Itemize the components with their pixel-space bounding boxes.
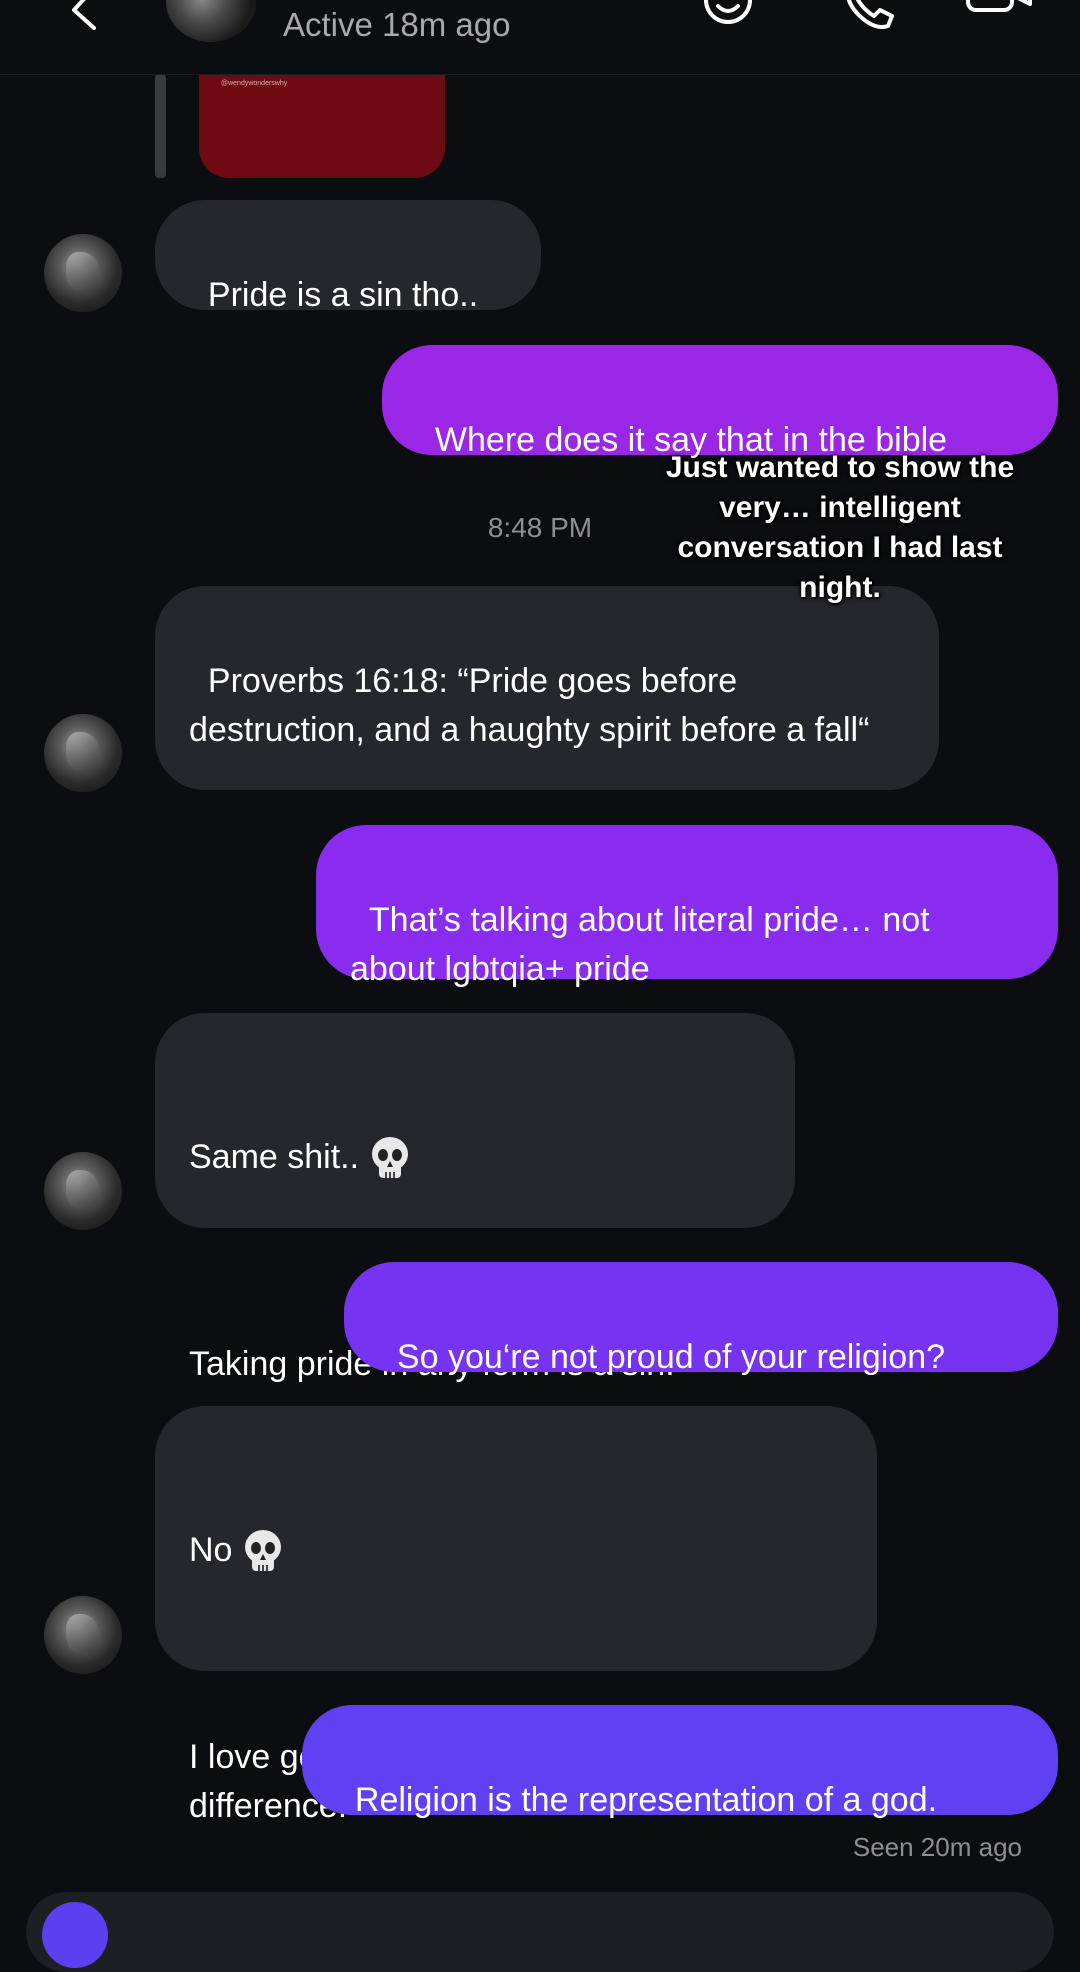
sender-avatar[interactable] — [44, 234, 122, 312]
message-text: Proverbs 16:18: “Pride goes before destr… — [189, 662, 870, 749]
chat-header: Active 18m ago — [0, 0, 1080, 75]
camera-button[interactable] — [42, 1902, 108, 1968]
skull-icon — [245, 1530, 282, 1572]
message-bubble-incoming[interactable]: Same shit.. Taking pride in any form is … — [155, 1013, 795, 1383]
message-bubble-incoming[interactable]: Proverbs 16:18: “Pride goes before destr… — [155, 586, 939, 790]
sticker-icon[interactable] — [700, 0, 772, 36]
message-bubble-outgoing[interactable]: That’s talking about literal pride… not … — [316, 825, 1058, 988]
sender-avatar[interactable] — [44, 1596, 122, 1674]
message-text: No — [189, 1531, 233, 1569]
message-text: Religion is the representation of a god. — [354, 1781, 938, 1819]
message-bubble-incoming[interactable]: Pride is a sin tho.. — [155, 200, 541, 314]
message-text: That’s talking about literal pride… not … — [350, 901, 940, 988]
video-call-icon[interactable] — [964, 0, 1036, 36]
phone-call-icon[interactable] — [840, 0, 912, 36]
shared-post-preview[interactable]: @wendywonderswhy — [199, 74, 445, 178]
message-text: So you‘re not proud of your religion? — [396, 1338, 946, 1376]
message-bubble-outgoing[interactable]: Where does it say that in the bible — [382, 345, 1058, 459]
contact-avatar[interactable] — [166, 0, 256, 42]
back-arrow-icon[interactable] — [64, 0, 108, 32]
message-bubble-outgoing[interactable]: So you‘re not proud of your religion? — [344, 1262, 1058, 1376]
message-bubble-incoming[interactable]: No I love god, not my religion. There’s … — [155, 1406, 877, 1825]
shared-post-handle: @wendywonderswhy — [221, 80, 288, 87]
message-bubble-outgoing[interactable]: Religion is the representation of a god. — [302, 1705, 1058, 1819]
skull-icon — [372, 1137, 409, 1179]
overlay-caption: Just wanted to show the very… intelligen… — [665, 451, 1015, 604]
sender-avatar[interactable] — [44, 714, 122, 792]
message-text: Pride is a sin tho.. — [207, 276, 479, 314]
message-composer[interactable] — [26, 1892, 1054, 1972]
active-status: Active 18m ago — [283, 6, 511, 43]
reply-indicator-bar — [155, 74, 166, 178]
sender-avatar[interactable] — [44, 1152, 122, 1230]
message-text: Same shit.. — [189, 1138, 360, 1176]
seen-receipt: Seen 20m ago — [852, 1832, 1022, 1862]
